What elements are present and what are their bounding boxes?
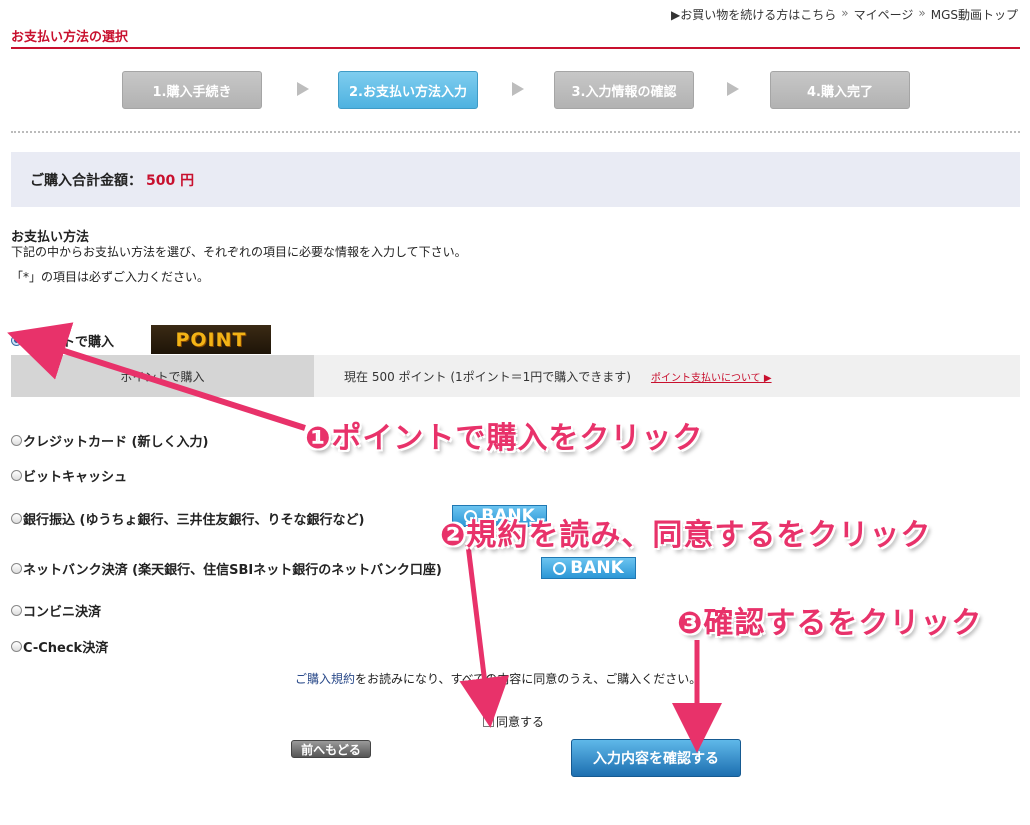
method-bank-transfer[interactable]: 銀行振込 (ゆうちょ銀行、三井住友銀行、りそな銀行など) [11,509,364,528]
step-arrow-icon [512,82,524,96]
agree-checkbox-row[interactable]: 同意する [483,713,544,730]
terms-link[interactable]: ご購入規約 [295,672,355,686]
bitcash-radio[interactable] [11,470,22,481]
point-radio[interactable] [11,335,22,346]
netbank-logo: BANK [541,557,636,579]
agree-checkbox[interactable] [483,716,494,727]
payment-section-desc: 下記の中からお支払い方法を選び、それぞれの項目に必要な情報を入力して下さい。 [11,245,467,259]
method-netbank[interactable]: ネットバンク決済 (楽天銀行、住信SBIネット銀行のネットバンク口座) [11,559,442,578]
page-title: お支払い方法の選択 [11,30,129,45]
credit-card-radio[interactable] [11,435,22,446]
bank-icon [553,561,567,575]
method-bitcash-label: ビットキャッシュ [23,470,128,485]
current-points: 現在 500 ポイント (1ポイント＝1円で購入できます) [344,369,631,384]
bank-transfer-radio[interactable] [11,513,22,524]
link-separator: » [918,6,926,20]
method-convenience-store[interactable]: コンビニ決済 [11,601,101,620]
step-3: 3.入力情報の確認 [554,71,694,109]
c-check-radio[interactable] [11,641,22,652]
method-c-check-label: C-Check決済 [23,641,109,656]
bank-logo-text: BANK [570,558,624,578]
back-button[interactable]: 前へもどる [291,740,371,758]
top-links: ▶お買い物を続ける方はこちら » マイページ » MGS動画トップ [671,6,1018,23]
title-divider [11,47,1020,49]
netbank-radio[interactable] [11,563,22,574]
terms-body: をお読みになり、すべての内容に同意のうえ、ご購入ください。 [355,672,702,686]
annotation-3: ❸確認するをクリック [677,606,983,641]
step-arrow-icon [727,82,739,96]
terms-text: ご購入規約をお読みになり、すべての内容に同意のうえ、ご購入ください。 [295,670,701,687]
required-note: 「*」の項目は必ずご入力ください。 [11,270,210,284]
method-bank-transfer-label: 銀行振込 (ゆうちょ銀行、三井住友銀行、りそな銀行など) [23,513,365,528]
point-about-link[interactable]: ポイント支払いについて ▶ [651,369,772,384]
method-convenience-store-label: コンビニ決済 [23,605,102,620]
point-detail-row: ポイントで購入 現在 500 ポイント (1ポイント＝1円で購入できます) ポイ… [11,355,1020,397]
link-separator: » [841,6,849,20]
total-amount: 500 円 [146,172,195,189]
step-2-active: 2.お支払い方法入力 [338,71,478,109]
total-label: ご購入合計金額： [30,172,142,189]
agree-label: 同意する [496,715,545,729]
annotation-1: ❶ポイントで購入をクリック [305,421,704,456]
mgs-top-link[interactable]: MGS動画トップ [931,6,1018,23]
mypage-link[interactable]: マイページ [854,6,914,23]
method-point[interactable]: ポイントで購入 [11,331,114,350]
method-point-label: ポイントで購入 [23,335,115,350]
total-box: ご購入合計金額： 500 円 [11,152,1020,207]
confirm-button[interactable]: 入力内容を確認する [571,739,741,777]
point-logo: POINT [151,325,271,354]
method-credit-card-label: クレジットカード (新しく入力) [23,435,209,450]
method-credit-card[interactable]: クレジットカード (新しく入力) [11,431,208,450]
point-detail-label: ポイントで購入 [11,355,314,397]
convenience-store-radio[interactable] [11,605,22,616]
method-bitcash[interactable]: ビットキャッシュ [11,466,127,485]
step-4: 4.購入完了 [770,71,910,109]
dotted-divider [11,131,1020,133]
method-c-check[interactable]: C-Check決済 [11,637,108,656]
continue-shopping-link[interactable]: ▶お買い物を続ける方はこちら [671,6,836,23]
step-1: 1.購入手続き [122,71,262,109]
annotation-2: ❷規約を読み、同意するをクリック [440,518,932,553]
step-arrow-icon [297,82,309,96]
method-netbank-label: ネットバンク決済 (楽天銀行、住信SBIネット銀行のネットバンク口座) [23,563,442,578]
